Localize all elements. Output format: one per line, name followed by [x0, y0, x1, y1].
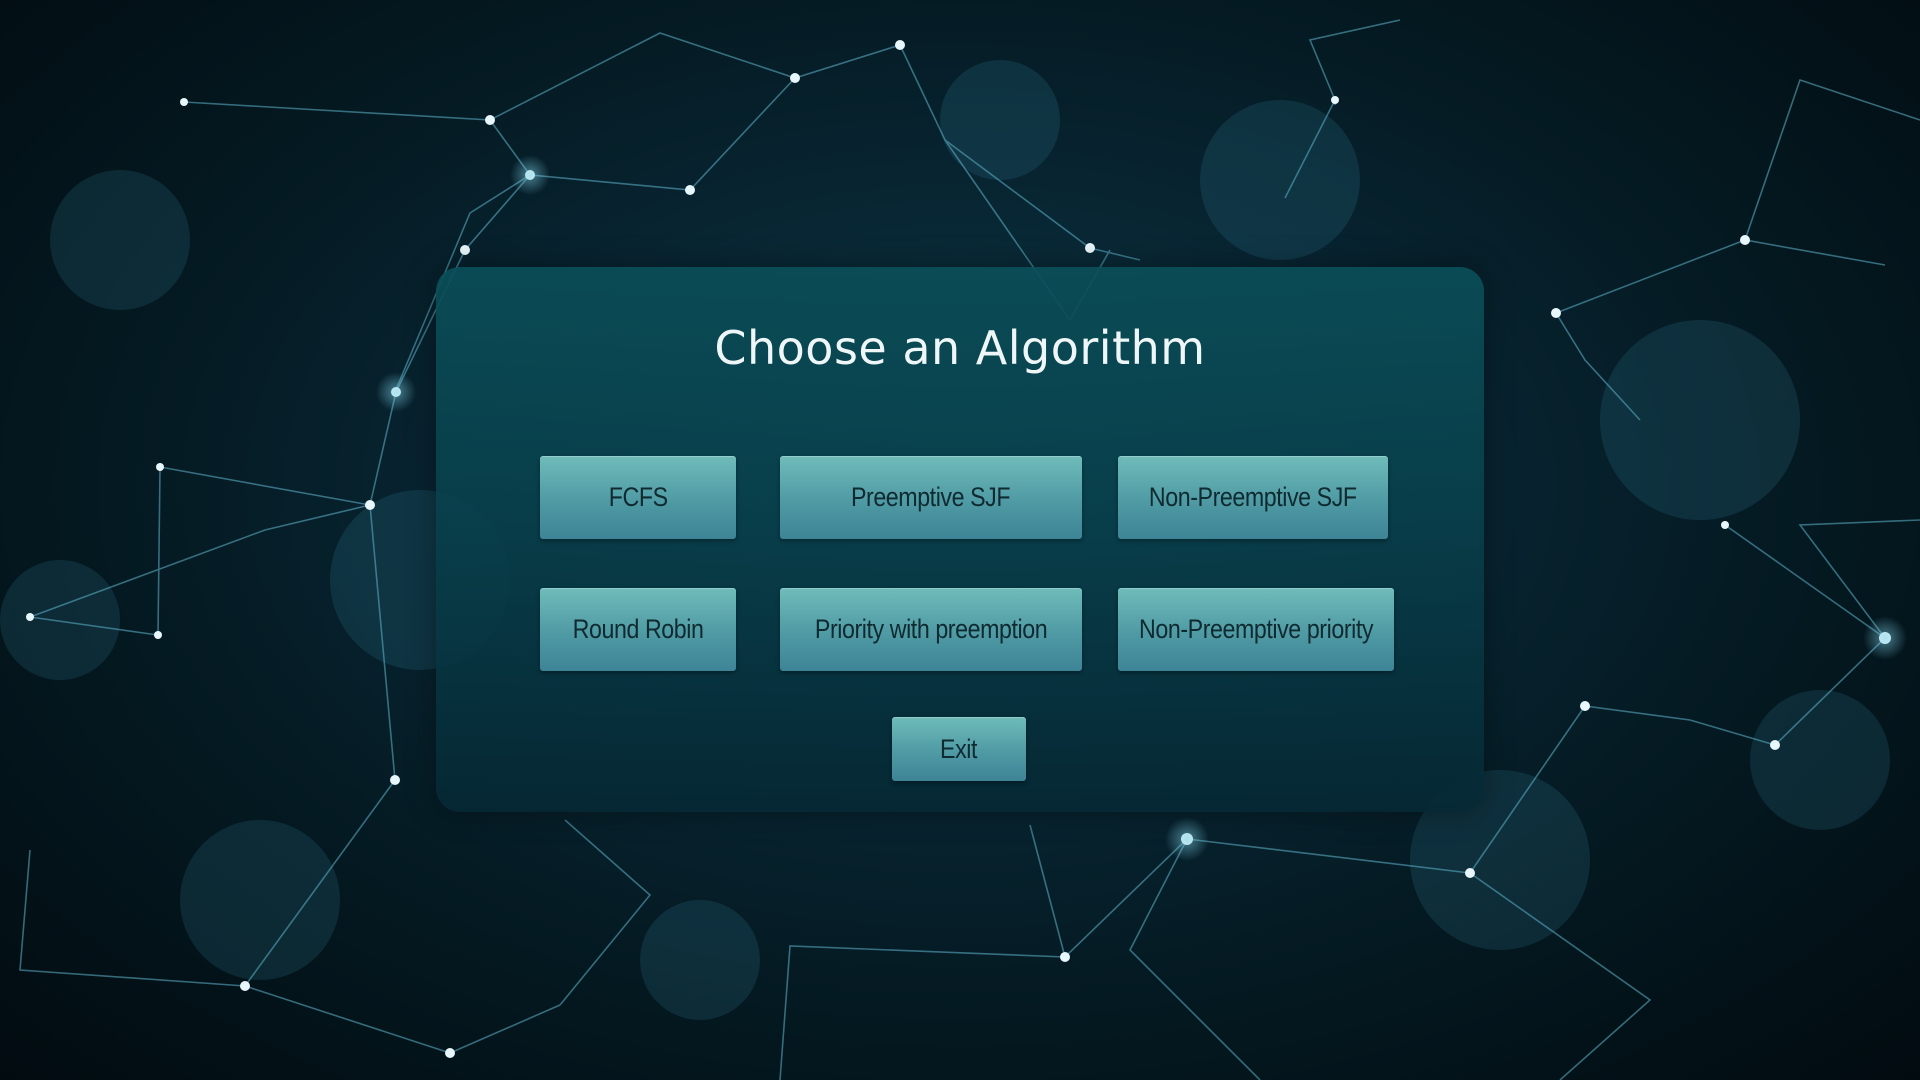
menu-title: Choose an Algorithm: [714, 321, 1206, 375]
preemptive-sjf-button[interactable]: Preemptive SJF: [780, 456, 1082, 539]
fcfs-button[interactable]: FCFS: [540, 456, 736, 539]
non-preemptive-sjf-button-label: Non-Preemptive SJF: [1149, 482, 1357, 512]
priority-with-preemption-button-label: Priority with preemption: [814, 614, 1048, 644]
non-preemptive-priority-button-label: Non-Preemptive priority: [1138, 614, 1374, 644]
exit-button-label: Exit: [940, 733, 978, 764]
preemptive-sjf-button-label: Preemptive SJF: [851, 482, 1011, 512]
round-robin-button[interactable]: Round Robin: [540, 588, 736, 671]
algorithm-menu-panel: Choose an Algorithm FCFS Preemptive SJF …: [436, 267, 1484, 812]
priority-with-preemption-button[interactable]: Priority with preemption: [780, 588, 1082, 671]
non-preemptive-priority-button[interactable]: Non-Preemptive priority: [1118, 588, 1394, 671]
non-preemptive-sjf-button[interactable]: Non-Preemptive SJF: [1118, 456, 1388, 539]
exit-button[interactable]: Exit: [892, 717, 1026, 781]
fcfs-button-label: FCFS: [608, 482, 668, 512]
round-robin-button-label: Round Robin: [572, 614, 704, 644]
